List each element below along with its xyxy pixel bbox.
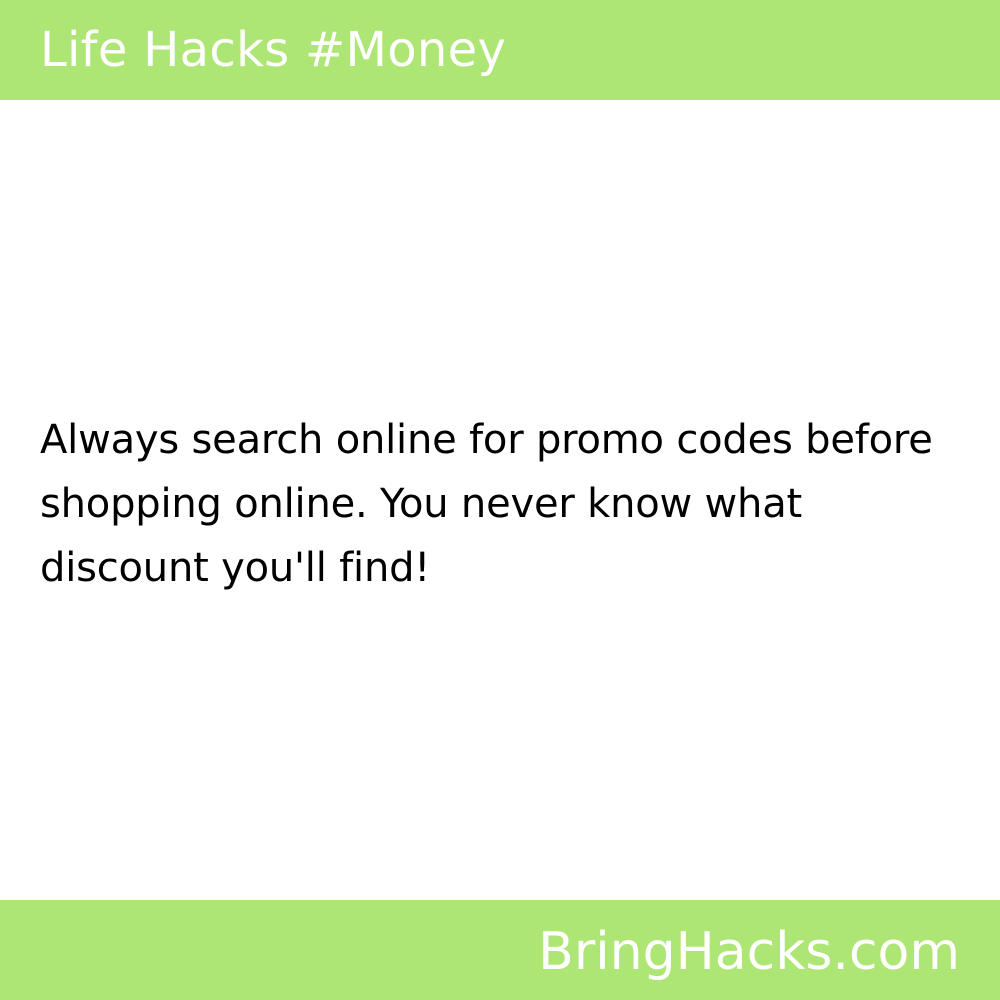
tip-text: Always search online for promo codes bef… bbox=[40, 417, 933, 591]
header-band: Life Hacks #Money bbox=[0, 0, 1000, 100]
header-title: Life Hacks #Money bbox=[40, 22, 507, 78]
footer-band: BringHacks.com bbox=[0, 900, 1000, 1000]
life-hack-card: Life Hacks #Money Always search online f… bbox=[0, 0, 1000, 1000]
footer-site-name: BringHacks.com bbox=[538, 922, 960, 982]
